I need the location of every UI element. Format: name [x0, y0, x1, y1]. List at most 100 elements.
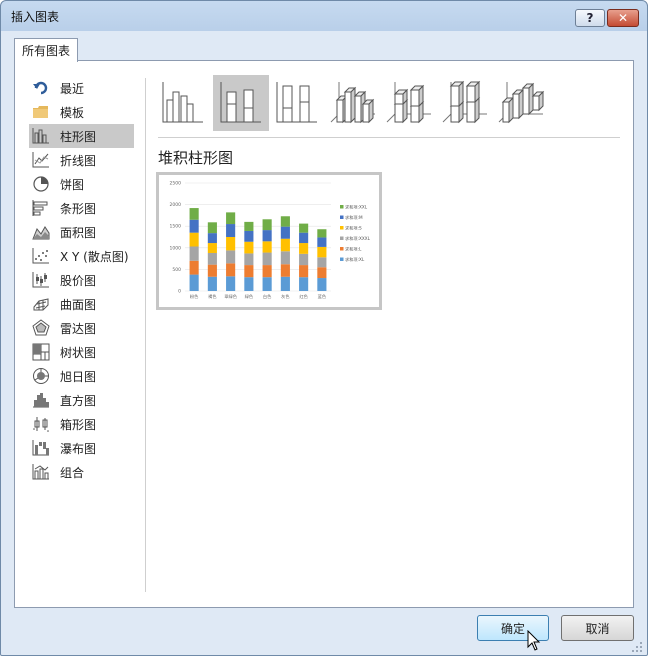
- bar-segment: [317, 278, 327, 291]
- gallery-divider: [158, 137, 620, 138]
- bar-segment: [244, 221, 254, 231]
- sidebar-item[interactable]: 柱形图: [29, 124, 134, 148]
- bar-segment: [280, 226, 290, 239]
- sidebar-item[interactable]: 旭日图: [29, 364, 134, 388]
- tab-all-charts[interactable]: 所有图表: [14, 38, 78, 62]
- bar-segment: [317, 229, 327, 238]
- bar-segment: [226, 212, 236, 225]
- chart-subtype-button[interactable]: [155, 75, 211, 131]
- bar-segment: [189, 246, 199, 261]
- cancel-button[interactable]: 取消: [561, 615, 634, 641]
- sidebar-item-label: 树状图: [60, 345, 97, 360]
- sidebar-item[interactable]: 组合: [29, 460, 134, 484]
- sidebar-item-label: 股价图: [60, 273, 97, 288]
- y-tick-label: 1500: [170, 224, 182, 230]
- help-icon: ?: [586, 11, 594, 25]
- sidebar-item[interactable]: X Y (散点图): [29, 244, 134, 268]
- bar-segment: [317, 246, 327, 258]
- 3d-column-icon: [497, 78, 545, 129]
- bar-segment: [262, 230, 272, 242]
- x-tick-label: 灰色: [281, 293, 290, 300]
- bar-segment: [189, 219, 199, 233]
- chart-subtype-button[interactable]: [493, 75, 549, 131]
- legend-swatch: [340, 215, 344, 219]
- close-button[interactable]: ✕: [607, 9, 639, 27]
- bar-segment: [317, 237, 327, 247]
- bar-segment: [207, 276, 217, 291]
- bar-segment: [299, 243, 309, 254]
- sidebar-item[interactable]: 条形图: [29, 196, 134, 220]
- sunburst-chart-icon: [32, 367, 50, 385]
- column-chart-icon: [32, 127, 50, 145]
- bar-segment: [207, 252, 217, 265]
- x-tick-label: 红色: [299, 293, 308, 299]
- sidebar-item[interactable]: 直方图: [29, 388, 134, 412]
- radar-chart-icon: [32, 319, 50, 337]
- surface-chart-icon: [32, 295, 50, 313]
- treemap-chart-icon: [32, 343, 50, 361]
- sidebar-item-label: 折线图: [60, 153, 97, 168]
- chart-subtype-button[interactable]: [269, 75, 325, 131]
- sidebar-item[interactable]: 股价图: [29, 268, 134, 292]
- bar-segment: [299, 265, 309, 278]
- bar-segment: [262, 252, 272, 266]
- sidebar-item[interactable]: 曲面图: [29, 292, 134, 316]
- legend-label: 求和项:XXL: [345, 204, 368, 211]
- stock-chart-icon: [32, 271, 50, 289]
- chart-subtype-button[interactable]: [381, 75, 437, 131]
- sidebar-item-label: 条形图: [60, 201, 97, 216]
- preview-chart: 0 500 1000 1500 2000 2500 粉色 褐色 翠绿色 绿色 白色 灰色 红色 蓝色 求和项…: [170, 181, 371, 301]
- sidebar-item[interactable]: 最近: [29, 76, 134, 100]
- x-tick-label: 粉色: [190, 293, 199, 300]
- help-button[interactable]: ?: [575, 9, 605, 27]
- sidebar-item-label: 最近: [60, 81, 85, 96]
- bar-segment: [262, 277, 272, 291]
- chart-subtype-title: 堆积柱形图: [158, 149, 234, 167]
- sidebar-item[interactable]: 面积图: [29, 220, 134, 244]
- bar-segment: [226, 276, 236, 291]
- bar-segment: [280, 216, 290, 227]
- sidebar-item[interactable]: 折线图: [29, 148, 134, 172]
- chart-subtype-button[interactable]: [213, 75, 269, 131]
- sidebar-item[interactable]: 树状图: [29, 340, 134, 364]
- area-chart-icon: [32, 223, 50, 241]
- bar-chart-icon: [32, 199, 50, 217]
- scatter-chart-icon: [32, 247, 50, 265]
- legend-swatch: [340, 247, 344, 251]
- bar-segment: [189, 260, 199, 275]
- sidebar-item-label: 直方图: [60, 393, 97, 408]
- chart-subtype-button[interactable]: [437, 75, 493, 131]
- sidebar-item[interactable]: 箱形图: [29, 412, 134, 436]
- legend-label: 求和项:XXXL: [345, 235, 371, 242]
- bar-segment: [244, 277, 254, 291]
- sidebar-item[interactable]: 雷达图: [29, 316, 134, 340]
- sidebar-item-label: 旭日图: [60, 369, 97, 384]
- y-tick-label: 500: [172, 267, 181, 273]
- sidebar-item[interactable]: 模板: [29, 100, 134, 124]
- sidebar-item-label: X Y (散点图): [60, 249, 129, 264]
- resize-grip-icon[interactable]: [631, 641, 643, 653]
- 3d-100-stacked-column-icon: [441, 78, 489, 129]
- y-tick-label: 2500: [170, 181, 182, 187]
- bar-segment: [207, 243, 217, 253]
- bar-segment: [189, 232, 199, 247]
- sidebar-item[interactable]: 饼图: [29, 172, 134, 196]
- sidebar-item-label: 曲面图: [60, 297, 97, 312]
- chart-preview[interactable]: 0 500 1000 1500 2000 2500 粉色 褐色 翠绿色 绿色 白色 灰色 红色 蓝色 求和项…: [156, 172, 382, 310]
- sidebar-item[interactable]: 瀑布图: [29, 436, 134, 460]
- y-tick-label: 1000: [170, 245, 182, 251]
- chart-subtype-button[interactable]: [325, 75, 381, 131]
- bar-segment: [207, 264, 217, 277]
- bar-segment: [244, 265, 254, 278]
- bar-segment: [207, 222, 217, 234]
- bar-segment: [280, 251, 290, 265]
- box-whisker-chart-icon: [32, 415, 50, 433]
- bar-segment: [262, 219, 272, 231]
- x-tick-label: 翠绿色: [224, 293, 237, 299]
- bar-segment: [317, 257, 327, 268]
- bar-segment: [226, 224, 236, 237]
- legend-swatch: [340, 236, 344, 240]
- clustered-column-icon: [159, 78, 207, 129]
- y-tick-label: 0: [178, 289, 181, 295]
- chart-subtype-gallery: [155, 75, 625, 133]
